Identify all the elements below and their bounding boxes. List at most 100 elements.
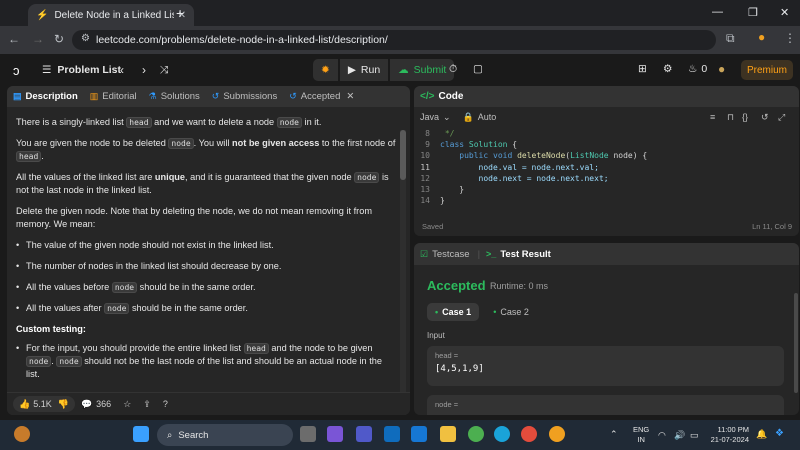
volume-icon[interactable]: 🔊 <box>674 430 685 441</box>
tab-label: Submissions <box>223 91 278 102</box>
leetcode-logo-icon[interactable]: ↄ <box>13 63 20 78</box>
url-input[interactable]: ⚙ leetcode.com/problems/delete-node-in-a… <box>72 30 716 50</box>
shuffle-icon[interactable]: ⤨ <box>160 64 168 77</box>
task-view-icon[interactable] <box>300 426 316 442</box>
tab-testcase[interactable]: ☑ Testcase <box>420 249 470 260</box>
chrome-icon[interactable] <box>468 426 484 442</box>
streak-count: 0 <box>701 63 708 75</box>
taskbar-search[interactable]: ⌕ Search <box>157 424 293 446</box>
code-brackets-icon: </> <box>420 91 435 102</box>
language-select[interactable]: Java <box>420 112 439 122</box>
store-icon[interactable] <box>411 426 427 442</box>
favorite-star-icon[interactable]: ☆ <box>123 399 131 410</box>
help-icon[interactable]: ? <box>163 399 168 409</box>
close-window-icon[interactable]: ✕ <box>780 6 789 19</box>
case-2-tab[interactable]: • Case 2 <box>485 303 537 321</box>
run-button[interactable]: ▶ Run <box>339 59 389 81</box>
tab-description[interactable]: ▤ Description <box>13 91 78 102</box>
list-item: All the values before node should be in … <box>16 281 396 294</box>
tab-submissions[interactable]: ↺ Submissions <box>212 91 277 102</box>
site-info-icon[interactable]: ⚙ <box>81 33 90 44</box>
node-input-box: node = <box>427 395 784 415</box>
streak-counter[interactable]: ♨ 0 <box>688 63 707 75</box>
fullscreen-icon[interactable]: ⤢ <box>778 112 785 123</box>
battery-icon[interactable]: ▭ <box>690 430 699 441</box>
layout-grid-icon[interactable]: ⊞ <box>638 63 647 75</box>
tab-editorial[interactable]: ▥ Editorial <box>90 91 137 102</box>
bookmark-icon[interactable]: ⊓ <box>727 112 734 123</box>
code-line: 9 class Solution { <box>425 140 518 150</box>
braces-icon[interactable]: {} <box>742 112 748 122</box>
play-icon: ▶ <box>347 64 356 76</box>
code-editor[interactable]: 8 */ 9 class Solution { 10 public void de… <box>414 128 799 206</box>
widgets-icon[interactable] <box>14 426 30 442</box>
browser-menu-icon[interactable]: ⋮ <box>784 31 796 45</box>
share-icon[interactable]: ⇪ <box>143 399 151 410</box>
tab-accepted[interactable]: ↺ Accepted ✕ <box>289 91 354 102</box>
terminal-icon: >_ <box>486 249 497 259</box>
copilot-icon[interactable] <box>327 426 343 442</box>
browser-tab[interactable]: ⚡ Delete Node in a Linked List - L ✕ <box>28 4 194 26</box>
chrome-alt-icon[interactable] <box>549 426 565 442</box>
forward-icon[interactable]: → <box>32 32 44 46</box>
thumbs-down-icon[interactable]: 👎 <box>58 399 69 410</box>
timer-icon[interactable]: ⏱ <box>449 63 457 76</box>
scrollbar-thumb[interactable] <box>400 130 406 180</box>
tab-solutions[interactable]: ⚗ Solutions <box>149 91 200 102</box>
restore-icon[interactable]: ❐ <box>748 6 758 19</box>
reset-icon[interactable]: ↺ <box>761 112 769 123</box>
fire-icon: ♨ <box>688 63 698 75</box>
problem-list-button[interactable]: ☰ Problem List <box>42 64 121 76</box>
comments-button[interactable]: 💬 366 <box>81 399 111 410</box>
next-problem-icon[interactable]: › <box>142 63 146 77</box>
chevron-up-icon[interactable]: ⌃ <box>610 429 620 439</box>
close-tab-icon[interactable]: ✕ <box>346 91 354 102</box>
case-label: Case 2 <box>500 307 529 317</box>
teams-icon[interactable] <box>356 426 372 442</box>
wifi-icon[interactable]: ◠ <box>658 430 666 441</box>
tab-label: Solutions <box>160 91 200 102</box>
description-scrollbar[interactable] <box>400 130 406 415</box>
edge-icon[interactable] <box>494 426 510 442</box>
tab-label: Description <box>25 91 78 102</box>
thumbs-up-icon[interactable]: 👍 <box>19 399 30 410</box>
mail-icon[interactable] <box>384 426 400 442</box>
minimize-icon[interactable]: — <box>712 6 723 18</box>
lock-icon: 🔒 <box>462 111 474 122</box>
bug-icon: ✹ <box>321 64 330 76</box>
profile-avatar-icon[interactable]: ● <box>758 30 765 44</box>
notes-icon[interactable]: ▢ <box>473 63 483 75</box>
file-explorer-icon[interactable] <box>440 426 456 442</box>
extensions-icon[interactable]: ⧉ <box>726 31 735 46</box>
chrome-profile-icon[interactable] <box>521 426 537 442</box>
user-avatar[interactable]: ● <box>718 62 725 76</box>
debug-button[interactable]: ✹ <box>313 59 338 81</box>
windows-start-icon[interactable] <box>133 426 149 442</box>
clock-time: 11:00 PM <box>717 425 749 434</box>
runtime-label: Runtime: 0 ms <box>490 281 549 291</box>
run-submit-bar: ✹ ▶ Run ☁ Submit <box>313 59 456 81</box>
settings-gear-icon[interactable]: ⚙ <box>663 63 672 75</box>
result-tabs: ☑ Testcase | >_ Test Result <box>414 243 799 265</box>
tab-test-result[interactable]: >_ Test Result <box>486 249 551 260</box>
clock[interactable]: 11:00 PM 21-07-2024 <box>705 425 749 445</box>
colorful-icon[interactable]: ❖ <box>775 428 784 439</box>
description-footer: 👍 5.1K 👎 💬 366 ☆ ⇪ ? <box>7 392 410 415</box>
flask-icon: ⚗ <box>148 91 157 101</box>
result-scrollbar[interactable] <box>794 293 798 393</box>
tab-label: Testcase <box>432 248 470 260</box>
premium-button[interactable]: Premium <box>741 60 793 80</box>
notification-bell-icon[interactable]: 🔔 <box>756 429 767 440</box>
back-icon[interactable]: ← <box>8 32 20 46</box>
submit-button[interactable]: ☁ Submit <box>390 59 455 81</box>
case-label: Case 1 <box>442 307 472 317</box>
language-indicator[interactable]: ENG IN <box>633 425 649 445</box>
reload-icon[interactable]: ↻ <box>54 32 64 46</box>
prev-problem-icon[interactable]: ‹ <box>120 63 124 77</box>
format-icon[interactable]: ≡ <box>710 112 715 122</box>
case-1-tab[interactable]: • Case 1 <box>427 303 480 321</box>
chevron-down-icon[interactable]: ⌄ <box>443 112 451 123</box>
requirements-list: The value of the given node should not e… <box>16 239 396 315</box>
auto-mode-label[interactable]: Auto <box>478 112 497 122</box>
new-tab-icon[interactable]: + <box>176 5 184 21</box>
